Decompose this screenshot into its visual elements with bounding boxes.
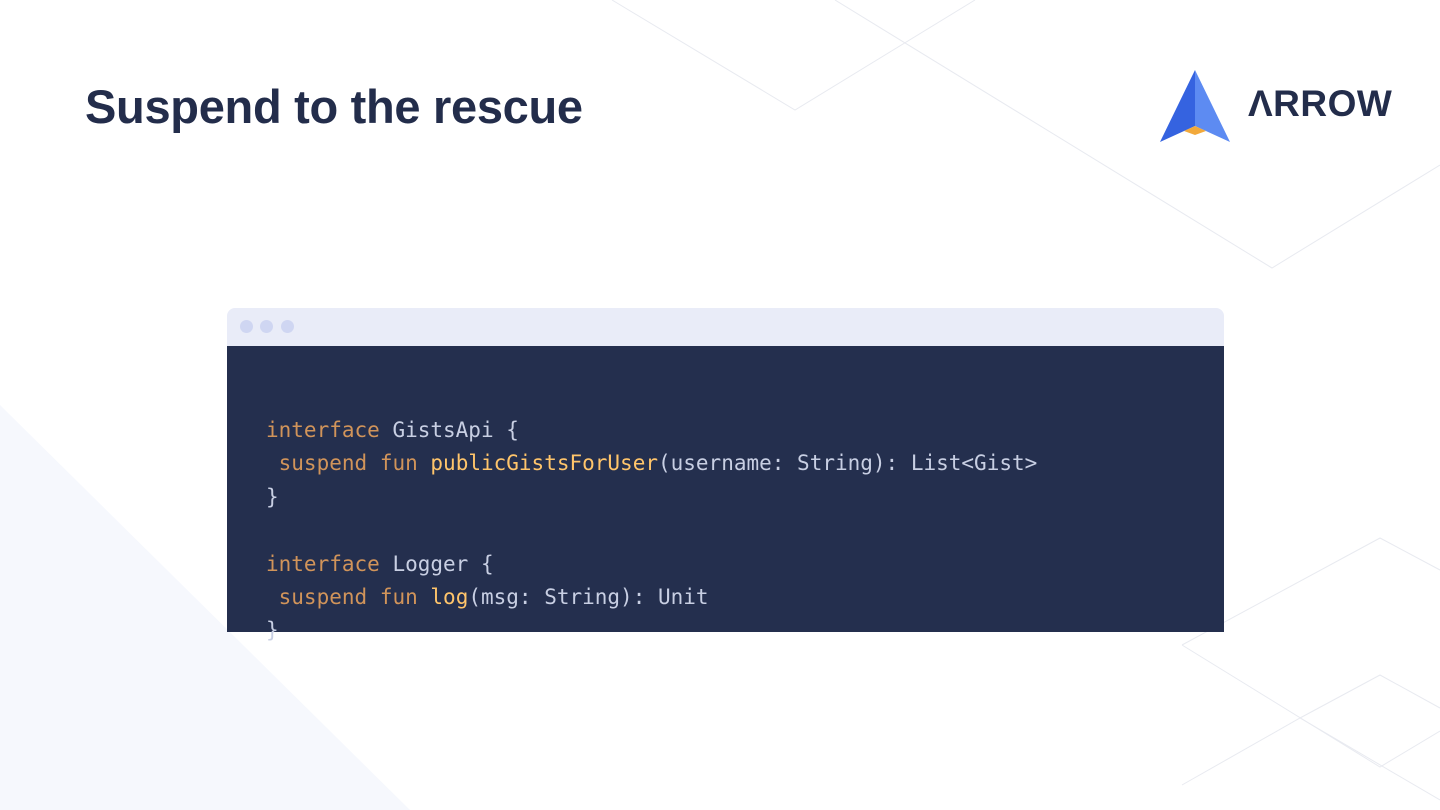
code-token: interface <box>266 418 380 442</box>
code-line: } <box>266 481 1224 514</box>
code-token: Logger { <box>379 551 494 576</box>
arrow-logo-icon <box>1160 70 1230 142</box>
code-token: } <box>266 618 279 643</box>
code-line: } <box>266 614 1224 647</box>
window-dot <box>260 320 273 333</box>
slide-title: Suspend to the rescue <box>85 80 583 133</box>
code-body: interface GistsApi { suspend fun publicG… <box>227 346 1224 642</box>
code-token: interface <box>266 551 380 576</box>
code-token: fun <box>379 584 418 609</box>
code-token: (username: String): List<Gist> <box>657 451 1038 476</box>
window-dot <box>281 320 294 333</box>
code-token: suspend <box>266 451 368 476</box>
window-dot <box>240 320 253 333</box>
arrow-logo: ΛRROW <box>1158 68 1408 146</box>
code-line: interface GistsApi { <box>266 414 1224 447</box>
code-window: interface GistsApi { suspend fun publicG… <box>227 308 1224 642</box>
code-token: } <box>266 484 279 509</box>
code-token: suspend <box>266 584 368 609</box>
code-token: (msg: String): Unit <box>468 584 709 609</box>
code-token: publicGistsForUser <box>430 451 658 476</box>
code-token: log <box>430 584 469 609</box>
code-token: fun <box>379 451 418 476</box>
code-line: interface Logger { <box>266 548 1224 581</box>
code-block: interface GistsApi { suspend fun publicG… <box>227 414 1224 648</box>
code-token: GistsApi { <box>379 418 519 442</box>
code-line: suspend fun publicGistsForUser(username:… <box>266 447 1224 480</box>
code-line: suspend fun log(msg: String): Unit <box>266 581 1224 614</box>
window-title-bar <box>227 308 1224 346</box>
logo-text: ΛRROW <box>1248 83 1393 124</box>
